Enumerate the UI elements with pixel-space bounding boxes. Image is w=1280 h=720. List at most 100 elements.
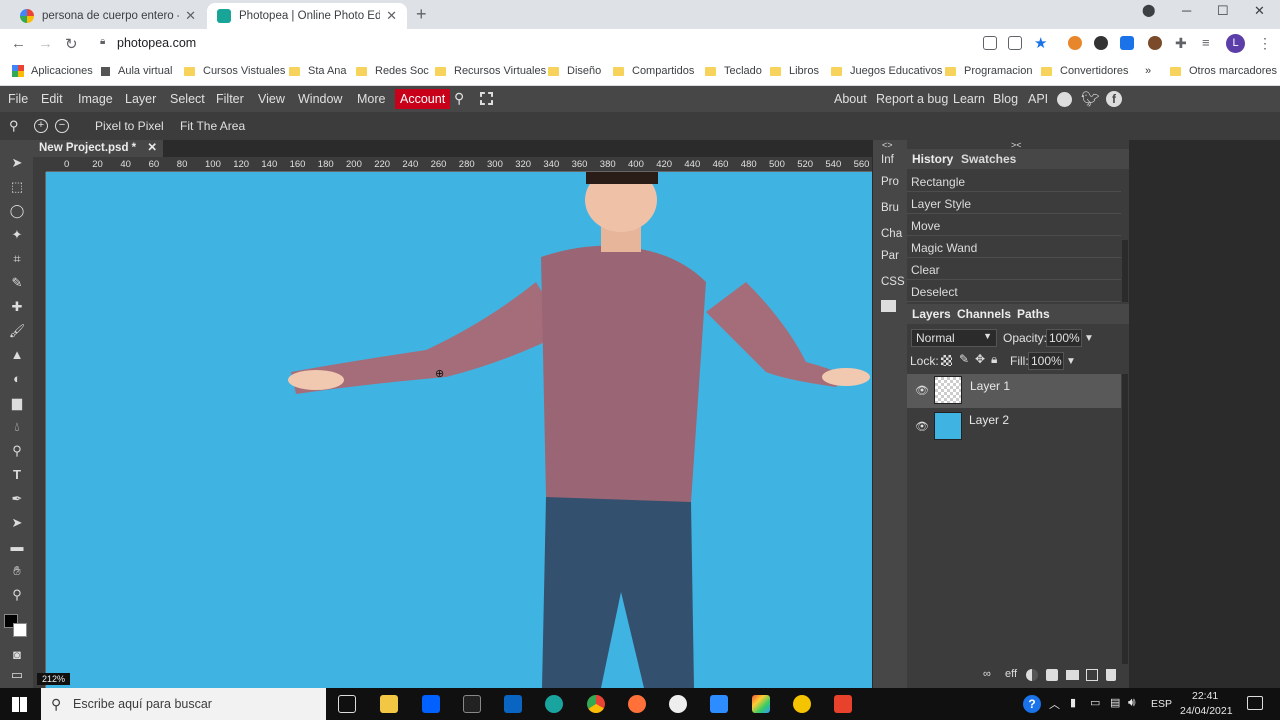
text-tool-icon[interactable]: T <box>8 466 26 484</box>
image-panel-icon[interactable] <box>881 300 896 312</box>
blend-mode-select[interactable]: Normal ▼ <box>911 329 997 347</box>
quick-mask-icon[interactable]: ◙ <box>8 646 26 664</box>
bookmark-item[interactable]: Aula virtual <box>101 65 172 77</box>
zoom-icon[interactable] <box>710 695 728 713</box>
adjustment-layer-icon[interactable] <box>1026 669 1038 681</box>
background-color-swatch[interactable] <box>13 623 27 637</box>
path-select-tool-icon[interactable]: ➤ <box>8 514 26 532</box>
history-item[interactable]: Rectangle <box>907 170 1121 192</box>
app-icon[interactable] <box>669 695 687 713</box>
fullscreen-icon[interactable] <box>480 92 493 105</box>
menu-layer[interactable]: Layer <box>125 92 156 106</box>
zoom-out-icon[interactable]: − <box>55 119 69 133</box>
magic-wand-tool-icon[interactable]: ✦ <box>8 226 26 244</box>
maximize-icon[interactable]: ☐ <box>1217 3 1229 19</box>
language-indicator[interactable]: ESP <box>1151 698 1172 710</box>
ruler-horizontal[interactable]: 0 20 40 60 80 100 120 140 160 180 200 220 240 260 280 3… <box>46 157 892 172</box>
bookmark-folder[interactable]: Sta Ana <box>289 65 347 77</box>
tab-history[interactable]: History <box>912 152 953 166</box>
history-item[interactable]: Layer Style <box>907 192 1121 214</box>
document-tab[interactable]: New Project.psd * ✕ <box>33 140 163 157</box>
app-icon[interactable] <box>834 695 852 713</box>
menu-select[interactable]: Select <box>170 92 205 106</box>
chevron-up-icon[interactable]: ︿ <box>1049 696 1060 712</box>
panel-info[interactable]: Inf <box>881 154 894 166</box>
screen-mode-icon[interactable]: ▭ <box>8 666 26 684</box>
bookmark-folder[interactable]: Cursos Vistuales <box>184 65 285 77</box>
brush-tool-icon[interactable]: 🖌︎ <box>8 322 26 340</box>
layer-name[interactable]: Layer 2 <box>969 413 1009 427</box>
edge-icon[interactable] <box>545 695 563 713</box>
bookmark-folder[interactable]: Diseño <box>548 65 601 77</box>
link-layers-icon[interactable]: ∞ <box>983 668 991 680</box>
forward-icon[interactable]: → <box>38 35 53 52</box>
hand-tool-icon[interactable]: ✋︎ <box>8 562 26 580</box>
lock-icon[interactable]: 🔒︎ <box>100 36 105 47</box>
lock-pixels-icon[interactable]: ✎ <box>959 352 969 366</box>
bookmark-apps[interactable]: Aplicaciones <box>12 65 93 77</box>
healing-tool-icon[interactable]: ✚ <box>8 298 26 316</box>
dodge-tool-icon[interactable]: ⚲ <box>8 442 26 460</box>
twitter-icon[interactable]: 🐦︎ <box>1081 90 1100 108</box>
url-field[interactable]: photopea.com <box>117 36 196 50</box>
menu-window[interactable]: Window <box>298 92 342 106</box>
media-icon[interactable]: ≡ <box>1202 35 1210 50</box>
bookmark-folder[interactable]: Convertidores <box>1041 65 1128 77</box>
eyedropper-tool-icon[interactable]: ✎ <box>8 274 26 292</box>
fit-area-button[interactable]: Fit The Area <box>180 119 245 133</box>
bookmark-folder[interactable]: Juegos Educativos <box>831 65 942 77</box>
profile-avatar[interactable]: L <box>1226 34 1245 53</box>
bookmark-folder[interactable]: Recursos Virtuales <box>435 65 546 77</box>
opacity-field[interactable]: 100% <box>1046 329 1082 347</box>
dropbox-icon[interactable] <box>422 695 440 713</box>
reload-icon[interactable]: ↻ <box>65 35 78 53</box>
panel-brush[interactable]: Bru <box>881 202 899 214</box>
zoom-in-icon[interactable]: + <box>34 119 48 133</box>
profile-menu-icon[interactable]: ⬤ <box>1142 3 1155 17</box>
firefox-icon[interactable] <box>628 695 646 713</box>
search-icon[interactable]: ⚲ <box>454 90 464 107</box>
zoom-tool-icon[interactable]: ⚲ <box>8 586 26 604</box>
lasso-tool-icon[interactable]: ◯ <box>8 202 26 220</box>
panel-css[interactable]: CSS <box>881 276 905 288</box>
pixel-to-pixel-button[interactable]: Pixel to Pixel <box>95 119 164 133</box>
new-layer-icon[interactable] <box>1086 669 1098 681</box>
link-blog[interactable]: Blog <box>993 92 1018 106</box>
lock-position-icon[interactable]: ✥ <box>975 352 985 366</box>
close-tab-icon[interactable]: ✕ <box>386 8 397 24</box>
layer-effects-button[interactable]: eff <box>1005 668 1017 680</box>
volume-icon[interactable]: 🔊︎ <box>1128 695 1136 710</box>
notifications-icon[interactable] <box>1247 696 1263 710</box>
link-about[interactable]: About <box>834 92 867 106</box>
puzzle-icon[interactable]: ✚ <box>1175 35 1187 52</box>
link-report-bug[interactable]: Report a bug <box>876 92 948 106</box>
menu-more[interactable]: More <box>357 92 385 106</box>
taskbar-search[interactable]: ⚲ Escribe aquí para buscar <box>41 688 326 720</box>
extension-icon[interactable] <box>1068 36 1082 50</box>
eraser-tool-icon[interactable]: ◐ <box>8 370 26 388</box>
bookmarks-overflow[interactable]: » <box>1145 65 1151 77</box>
network-icon[interactable]: ▤ <box>1110 696 1120 709</box>
app-icon[interactable] <box>463 695 481 713</box>
tab-swatches[interactable]: Swatches <box>961 152 1016 166</box>
menu-file[interactable]: File <box>8 92 28 106</box>
help-icon[interactable]: ? <box>1023 695 1041 713</box>
reddit-icon[interactable] <box>1057 92 1072 107</box>
lock-all-icon[interactable]: 🔒︎ <box>991 352 997 367</box>
crop-tool-icon[interactable]: ⌗ <box>8 250 26 268</box>
collapse-toggle-icon[interactable]: <> <box>882 140 893 150</box>
panel-character[interactable]: Cha <box>881 228 902 240</box>
app-icon[interactable] <box>793 695 811 713</box>
task-view-icon[interactable] <box>338 695 356 713</box>
menu-view[interactable]: View <box>258 92 285 106</box>
bookmark-folder[interactable]: Teclado <box>705 65 762 77</box>
extension-icon[interactable] <box>1094 36 1108 50</box>
new-group-icon[interactable] <box>1066 670 1079 680</box>
tab-layers[interactable]: Layers <box>912 307 951 321</box>
app-icon[interactable] <box>752 695 770 713</box>
fill-field[interactable]: 100% <box>1028 352 1064 370</box>
panel-properties[interactable]: Pro <box>881 176 899 188</box>
tab-channels[interactable]: Channels <box>957 307 1011 321</box>
bookmark-folder[interactable]: Redes Soc <box>356 65 429 77</box>
tab-paths[interactable]: Paths <box>1017 307 1050 321</box>
